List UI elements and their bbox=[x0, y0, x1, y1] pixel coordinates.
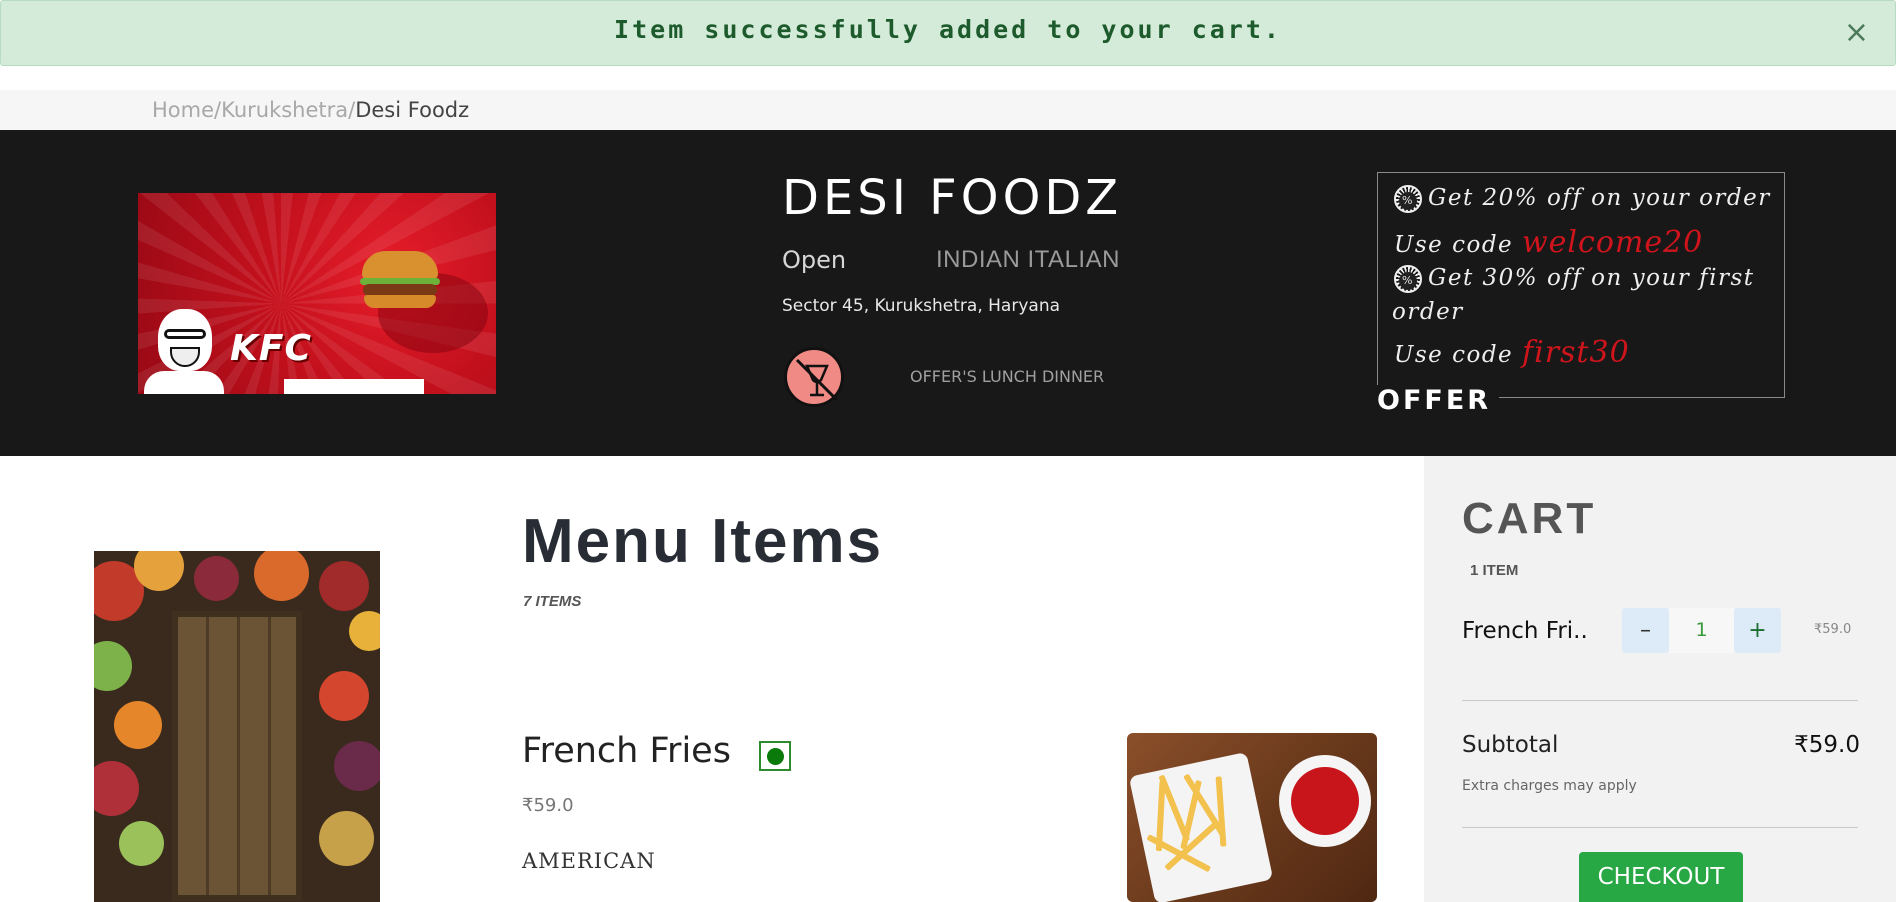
alert-message: Item successfully added to your cart. bbox=[614, 15, 1282, 44]
wooden-tray bbox=[172, 611, 302, 901]
restaurant-header: KFC DESI FOODZ Open INDIAN ITALIAN Secto… bbox=[0, 130, 1896, 456]
offer-line-2: Use code welcome20 bbox=[1394, 225, 1704, 260]
breadcrumb-current: Desi Foodz bbox=[355, 98, 470, 122]
colonel-logo bbox=[144, 301, 224, 394]
promo-code-welcome20: welcome20 bbox=[1522, 225, 1704, 260]
restaurant-name: DESI FOODZ bbox=[782, 170, 1123, 226]
success-alert: Item successfully added to your cart. × bbox=[0, 0, 1896, 66]
offer-line-4: Use code first30 bbox=[1394, 335, 1630, 370]
restaurant-tags: OFFER'S LUNCH DINNER bbox=[910, 367, 1105, 386]
cart-item-name: French Fri.. bbox=[1462, 618, 1588, 644]
restaurant-banner-image: KFC bbox=[138, 193, 496, 394]
increase-quantity-button[interactable]: + bbox=[1734, 608, 1781, 653]
menu-item-count: 7 ITEMS bbox=[523, 593, 582, 610]
cart-item-count: 1 ITEM bbox=[1470, 562, 1519, 579]
cart-title: CART bbox=[1462, 494, 1597, 543]
kfc-logo-text: KFC bbox=[230, 328, 312, 369]
menu-item-name[interactable]: French Fries bbox=[522, 731, 731, 771]
menu-title: Menu Items bbox=[522, 507, 884, 576]
breadcrumb-city-link[interactable]: Kurukshetra bbox=[221, 98, 348, 122]
offer-line-3: % Get 30% off on your first bbox=[1394, 265, 1755, 293]
french-fries-image[interactable] bbox=[1127, 733, 1377, 902]
discount-icon: % bbox=[1394, 265, 1422, 293]
restaurant-address: Sector 45, Kurukshetra, Haryana bbox=[782, 296, 1061, 316]
offer-line-3b: order bbox=[1392, 299, 1464, 325]
breadcrumb-trail: Home/Kurukshetra/Desi Foodz bbox=[152, 98, 469, 122]
quantity-value: 1 bbox=[1669, 608, 1734, 653]
breadcrumb: Home/Kurukshetra/Desi Foodz bbox=[0, 90, 1896, 130]
decrease-quantity-button[interactable]: – bbox=[1622, 608, 1669, 653]
veg-indicator-icon bbox=[759, 741, 791, 771]
breadcrumb-home-link[interactable]: Home bbox=[152, 98, 214, 122]
restaurant-status: Open bbox=[782, 246, 847, 274]
fruits-decorative-image bbox=[94, 551, 380, 902]
menu-item-price: ₹59.0 bbox=[522, 795, 574, 816]
cart-panel: CART 1 ITEM French Fri.. – 1 + ₹59.0 Sub… bbox=[1424, 456, 1896, 902]
cart-item-price: ₹59.0 bbox=[1814, 622, 1852, 637]
offer-line-1: % Get 20% off on your order bbox=[1394, 185, 1771, 213]
extra-charges-note: Extra charges may apply bbox=[1462, 778, 1637, 794]
subtotal-label: Subtotal bbox=[1462, 732, 1559, 758]
close-icon[interactable]: × bbox=[1844, 15, 1869, 50]
offer-box: % Get 20% off on your order Use code welc… bbox=[1377, 172, 1785, 398]
menu-item-cuisine: AMERICAN bbox=[522, 849, 656, 873]
divider bbox=[1462, 700, 1858, 701]
checkout-button[interactable]: CHECKOUT bbox=[1579, 852, 1743, 902]
banner-stripe bbox=[284, 379, 424, 394]
subtotal-value: ₹59.0 bbox=[1794, 732, 1860, 758]
no-alcohol-icon bbox=[784, 347, 844, 407]
restaurant-cuisine: INDIAN ITALIAN bbox=[936, 246, 1120, 273]
promo-code-first30: first30 bbox=[1522, 335, 1630, 370]
burger-image bbox=[360, 251, 440, 311]
divider bbox=[1462, 827, 1858, 828]
offer-label: OFFER bbox=[1375, 385, 1500, 416]
discount-icon: % bbox=[1394, 185, 1422, 213]
